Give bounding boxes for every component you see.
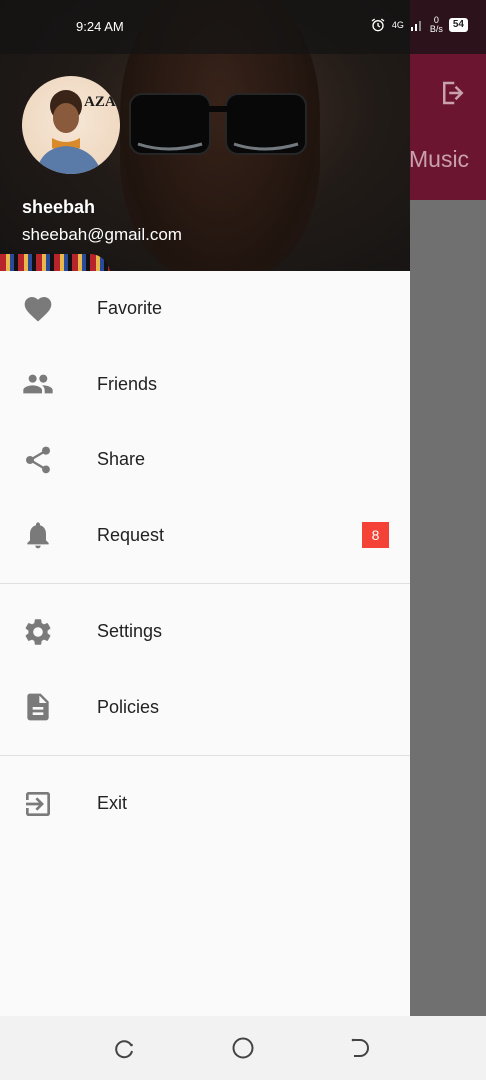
- avatar-caption: AZA: [84, 94, 116, 110]
- document-icon: [27, 693, 49, 721]
- menu-item-friends[interactable]: Friends: [0, 347, 410, 423]
- drawer-menu: Favorite Friends Share Request 8 Setting…: [0, 271, 410, 842]
- user-name: sheebah: [22, 197, 96, 217]
- recent-apps-icon[interactable]: [113, 1036, 137, 1060]
- menu-label-settings: Settings: [97, 621, 163, 642]
- battery-indicator: 54: [448, 18, 468, 32]
- status-bar: 9:24 AM 4G 0 B/s 54: [0, 0, 486, 54]
- exit-icon: [26, 791, 50, 816]
- avatar[interactable]: AZA: [22, 76, 120, 174]
- menu-item-request[interactable]: Request 8: [0, 498, 410, 574]
- menu-label-exit: Exit: [97, 793, 128, 814]
- back-icon[interactable]: [348, 1036, 372, 1060]
- user-email: sheebah@gmail.com: [22, 225, 182, 244]
- menu-divider: [0, 583, 410, 584]
- background-app-title: Music: [409, 146, 470, 172]
- menu-label-favorite: Favorite: [97, 298, 163, 319]
- navigation-drawer: AZA sheebah sheebah@gmail.com Favorite F…: [0, 0, 410, 1016]
- menu-item-favorite[interactable]: Favorite: [0, 271, 410, 347]
- menu-divider: [0, 755, 410, 756]
- avatar-illustration: AZA: [36, 90, 116, 174]
- request-count-badge: 8: [362, 522, 389, 549]
- menu-label-friends: Friends: [97, 373, 158, 394]
- heart-icon: [24, 296, 52, 322]
- menu-label-share: Share: [97, 449, 146, 470]
- gear-icon: [25, 618, 51, 645]
- share-icon: [26, 446, 50, 473]
- home-icon[interactable]: [231, 1036, 255, 1060]
- menu-item-share[interactable]: Share: [0, 422, 410, 498]
- menu-item-policies[interactable]: Policies: [0, 670, 410, 746]
- bell-icon: [27, 522, 49, 549]
- header-fabric-pattern: [0, 254, 110, 271]
- system-nav-bar: [0, 1016, 486, 1080]
- logout-icon[interactable]: [438, 78, 468, 108]
- menu-label-request: Request: [97, 524, 165, 545]
- signal-icon: [410, 21, 421, 31]
- people-icon: [23, 374, 53, 394]
- network-speed-unit: B/s: [429, 24, 443, 34]
- network-type: 4G: [391, 20, 404, 30]
- status-time: 9:24 AM: [76, 19, 124, 34]
- menu-item-exit[interactable]: Exit: [0, 766, 410, 842]
- network-speed: 0 B/s: [430, 16, 443, 34]
- menu-label-policies: Policies: [97, 696, 160, 717]
- status-icons: 4G 0 B/s 54: [370, 16, 468, 34]
- alarm-icon: [371, 18, 385, 32]
- menu-item-settings[interactable]: Settings: [0, 594, 410, 670]
